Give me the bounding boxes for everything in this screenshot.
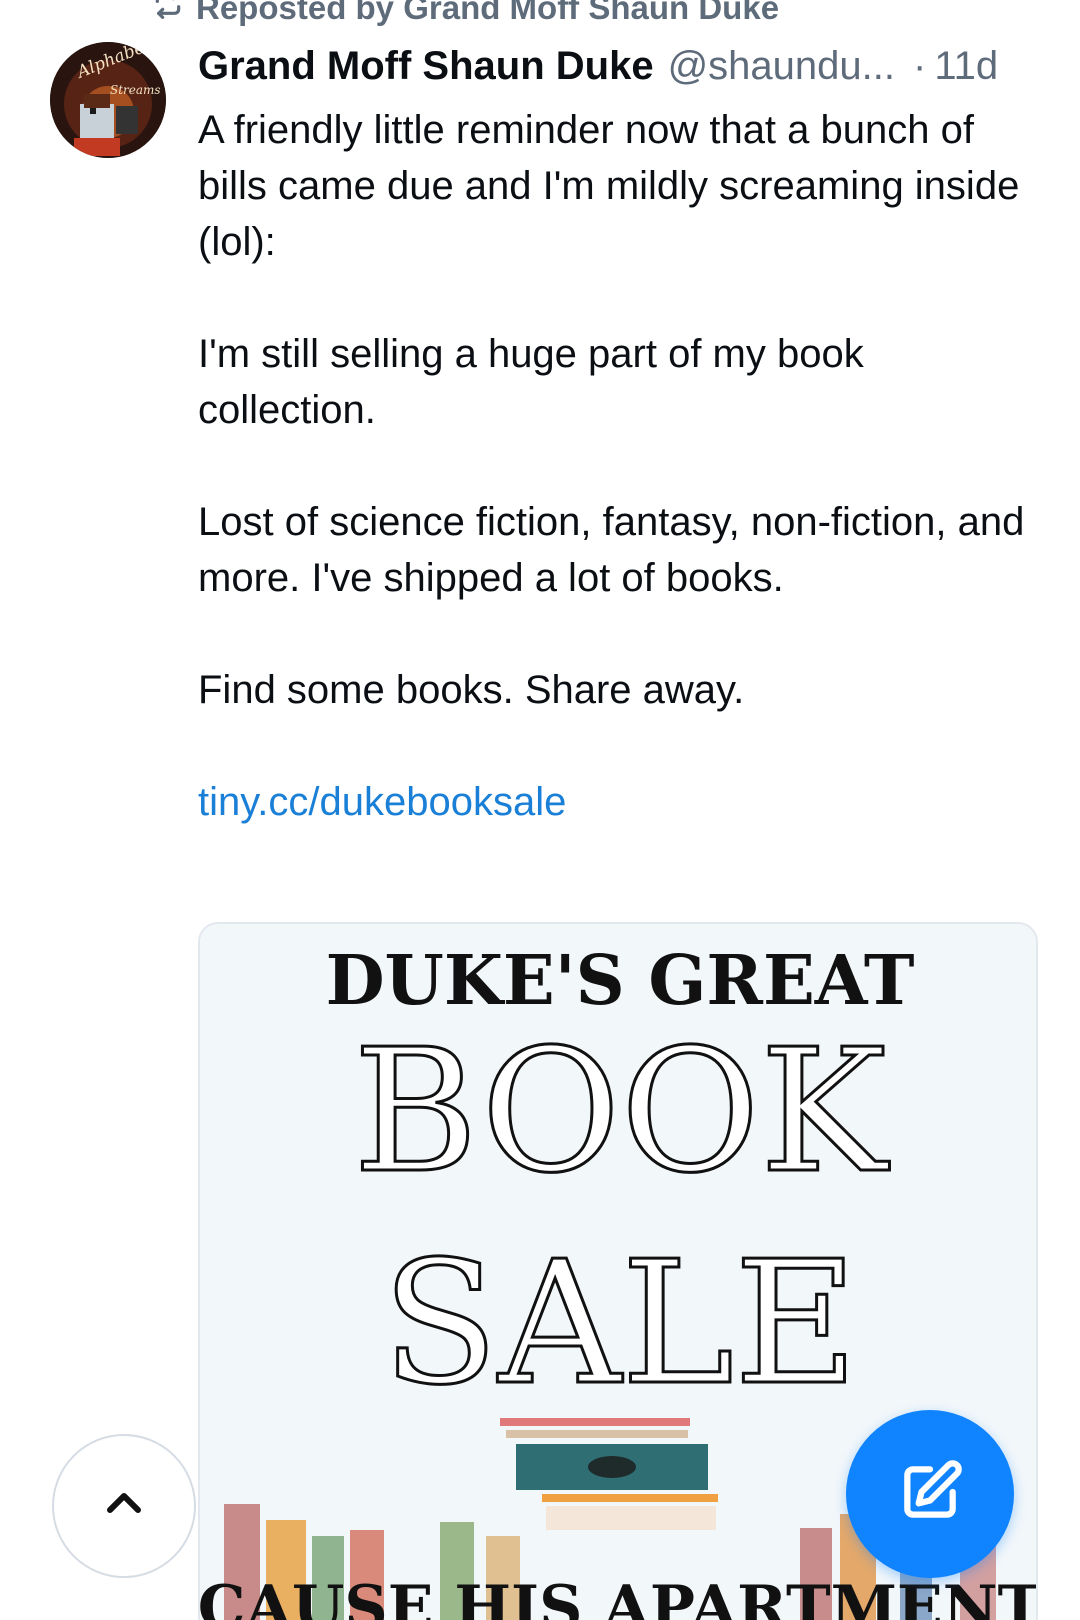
compose-icon [896, 1458, 964, 1531]
separator-dot: · [913, 44, 927, 88]
post-paragraph: Find some books. Share away. [198, 668, 745, 712]
image-title-line: DUKE'S GREAT [326, 941, 915, 1021]
repost-icon [152, 0, 184, 28]
chevron-up-icon [100, 1480, 148, 1533]
image-book-word: BOOK [353, 1013, 890, 1211]
image-sale-word: SALE [382, 1225, 858, 1423]
post-header: Grand Moff Shaun Duke @shaundu... · 11d [198, 44, 1038, 100]
compose-button[interactable] [846, 1410, 1014, 1578]
author-display-name[interactable]: Grand Moff Shaun Duke [198, 44, 654, 89]
author-handle[interactable]: @shaundu... [668, 44, 895, 89]
post-body: A friendly little reminder now that a bu… [198, 102, 1038, 886]
post-paragraph: Lost of science fiction, fantasy, non-fi… [198, 500, 1025, 600]
repost-label: Reposted by Grand Moff Shaun Duke [196, 0, 780, 26]
image-subtitle-line: CAUSE HIS APARTMENT [200, 1573, 1038, 1620]
post-paragraph: A friendly little reminder now that a bu… [198, 108, 1020, 264]
repost-indicator[interactable]: Reposted by Grand Moff Shaun Duke [152, 0, 779, 30]
avatar[interactable]: Alphabet Streams [50, 42, 166, 158]
avatar-lettering: Streams [110, 83, 161, 97]
post-timestamp[interactable]: 11d [934, 44, 998, 89]
scroll-to-top-button[interactable] [52, 1434, 196, 1578]
post-paragraph: I'm still selling a huge part of my book… [198, 332, 864, 432]
post-link[interactable]: tiny.cc/dukebooksale [198, 780, 566, 824]
